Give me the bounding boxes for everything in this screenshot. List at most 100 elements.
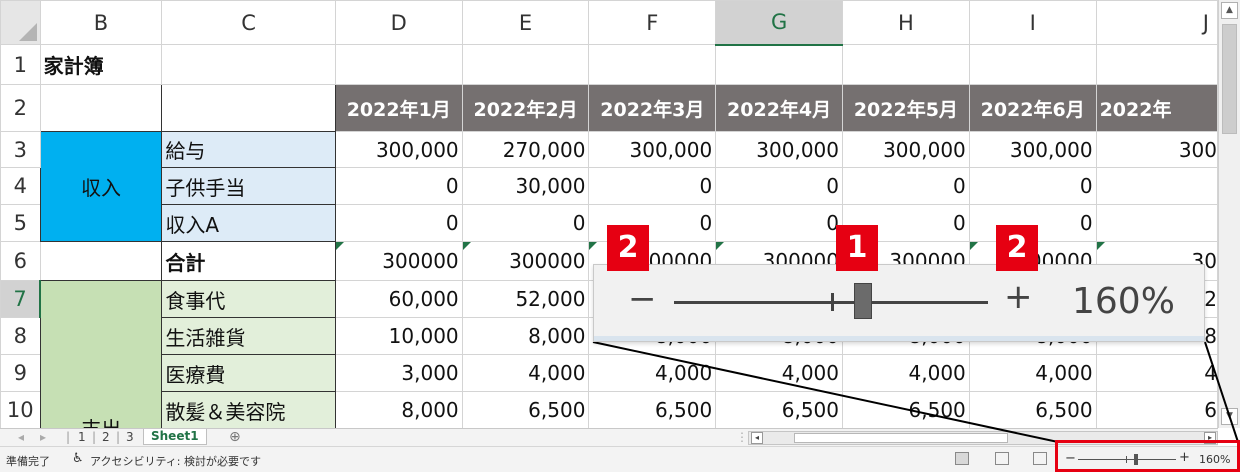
income-category-cell[interactable]: 収入	[39, 131, 163, 242]
value-cell[interactable]: 30,000	[461, 167, 590, 205]
tab-scroll-left-icon[interactable]: ◂	[18, 430, 24, 444]
accessibility-status[interactable]: アクセシビリティ: 検討が必要です	[90, 453, 261, 469]
cell[interactable]	[715, 44, 843, 85]
row-header-6[interactable]: 6	[0, 241, 41, 281]
total-label-cell[interactable]: 合計	[161, 241, 336, 281]
expense-item-cell[interactable]: 医療費	[161, 354, 336, 392]
cell[interactable]	[1095, 44, 1218, 85]
value-cell[interactable]: 300,000	[842, 131, 970, 168]
value-cell[interactable]: 4,000	[588, 354, 717, 392]
value-cell[interactable]: 0	[334, 167, 463, 205]
worksheet-grid[interactable]: B C D E F G H I J 1 家計簿 2 2022年1月 2022年2…	[0, 0, 1218, 428]
value-cell[interactable]: 300,000	[715, 131, 843, 168]
expense-item-cell[interactable]: 食事代	[161, 280, 336, 318]
value-cell[interactable]: 6,500	[968, 391, 1097, 428]
row-header-3[interactable]: 3	[0, 131, 41, 168]
sheet-tab-1[interactable]: 1	[78, 430, 86, 444]
value-cell[interactable]: 6,500	[842, 391, 970, 428]
select-all-corner[interactable]	[0, 0, 41, 45]
value-cell[interactable]: 300	[1095, 131, 1218, 168]
total-value-cell[interactable]: 300000	[334, 241, 463, 281]
value-cell[interactable]: 300,000	[968, 131, 1097, 168]
scroll-down-arrow-icon[interactable]: ▼	[1221, 408, 1238, 425]
column-header-c[interactable]: C	[161, 0, 336, 45]
value-cell[interactable]: 4,000	[968, 354, 1097, 392]
vertical-scroll-thumb[interactable]	[1222, 24, 1237, 134]
value-cell[interactable]: 6,500	[588, 391, 717, 428]
value-cell[interactable]: 0	[968, 167, 1097, 205]
value-cell[interactable]: 6,500	[715, 391, 843, 428]
tab-splitter-handle[interactable]: ⋮	[736, 430, 748, 444]
value-cell[interactable]: 270,000	[461, 131, 590, 168]
header-blank-cell[interactable]	[39, 84, 163, 132]
month-header-cell[interactable]: 2022年5月	[842, 84, 970, 132]
value-cell[interactable]: 0	[842, 167, 970, 205]
tab-scroll-right-icon[interactable]: ▸	[40, 430, 46, 444]
row-header-10[interactable]: 10	[0, 391, 41, 428]
month-header-cell[interactable]: 2022年2月	[461, 84, 590, 132]
column-header-f[interactable]: F	[588, 0, 717, 45]
income-item-cell[interactable]: 子供手当	[161, 167, 336, 205]
value-cell[interactable]: 4,000	[715, 354, 843, 392]
row-header-4[interactable]: 4	[0, 167, 41, 205]
normal-view-icon[interactable]	[955, 452, 969, 465]
row-header-7[interactable]: 7	[0, 280, 42, 318]
page-layout-view-icon[interactable]	[995, 452, 1009, 465]
income-item-cell[interactable]: 給与	[161, 131, 336, 168]
header-blank-cell[interactable]	[161, 84, 336, 132]
month-header-cell[interactable]: 2022年4月	[715, 84, 843, 132]
sheet-tab-3[interactable]: 3	[126, 430, 134, 444]
scroll-up-arrow-icon[interactable]: ▲	[1221, 2, 1238, 19]
value-cell[interactable]: 3,000	[334, 354, 463, 392]
row-header-2[interactable]: 2	[0, 84, 41, 132]
cell[interactable]	[161, 44, 336, 85]
sheet-tab-sheet1[interactable]: Sheet1	[143, 429, 207, 445]
value-cell[interactable]: 0	[588, 167, 717, 205]
value-cell[interactable]: 60,000	[334, 280, 463, 318]
value-cell[interactable]: 300,000	[334, 131, 463, 168]
month-header-cell[interactable]: 2022年3月	[588, 84, 717, 132]
value-cell[interactable]: 4,000	[842, 354, 970, 392]
month-header-cell[interactable]: 2022年1月	[334, 84, 463, 132]
month-header-cell[interactable]: 2022年	[1095, 84, 1218, 132]
sheet-title-cell[interactable]: 家計簿	[39, 44, 163, 85]
accessibility-icon[interactable]: ♿	[72, 451, 84, 466]
column-header-j[interactable]: J	[1095, 0, 1218, 45]
value-cell[interactable]	[1095, 204, 1218, 242]
value-cell[interactable]: 0	[715, 204, 843, 242]
scroll-left-arrow-icon[interactable]: ◂	[751, 432, 763, 444]
expense-item-cell[interactable]: 散髪＆美容院	[161, 391, 336, 428]
value-cell[interactable]: 52,000	[461, 280, 590, 318]
total-value-cell[interactable]: 300000	[461, 241, 590, 281]
value-cell[interactable]: 6	[1095, 391, 1218, 428]
cell[interactable]	[334, 44, 463, 85]
column-header-h[interactable]: H	[842, 0, 970, 45]
cell[interactable]	[968, 44, 1097, 85]
row-header-1[interactable]: 1	[0, 44, 41, 85]
total-blank-cell[interactable]	[39, 241, 163, 281]
value-cell[interactable]: 8,000	[334, 391, 463, 428]
value-cell[interactable]: 10,000	[334, 317, 463, 355]
value-cell[interactable]: 4,000	[461, 354, 590, 392]
expense-category-cell[interactable]: 支出	[39, 280, 163, 428]
row-header-8[interactable]: 8	[0, 317, 41, 355]
horizontal-scroll-thumb[interactable]	[794, 433, 1008, 443]
column-header-i[interactable]: I	[968, 0, 1097, 45]
value-cell[interactable]: 300,000	[588, 131, 717, 168]
expense-item-cell[interactable]: 生活雑貨	[161, 317, 336, 355]
column-header-b[interactable]: B	[39, 0, 163, 45]
column-header-d[interactable]: D	[334, 0, 463, 45]
income-item-cell[interactable]: 収入A	[161, 204, 336, 242]
value-cell[interactable]: 0	[715, 167, 843, 205]
cell[interactable]	[842, 44, 970, 85]
value-cell[interactable]: 6,500	[461, 391, 590, 428]
column-header-g[interactable]: G	[715, 0, 843, 46]
month-header-cell[interactable]: 2022年6月	[968, 84, 1097, 132]
value-cell[interactable]: 4	[1095, 354, 1218, 392]
cell[interactable]	[588, 44, 717, 85]
vertical-scrollbar[interactable]: ▲ ▼	[1218, 0, 1240, 428]
value-cell[interactable]: 8,000	[461, 317, 590, 355]
value-cell[interactable]	[1095, 167, 1218, 205]
add-sheet-icon[interactable]: ⊕	[229, 429, 241, 445]
column-header-e[interactable]: E	[461, 0, 590, 45]
